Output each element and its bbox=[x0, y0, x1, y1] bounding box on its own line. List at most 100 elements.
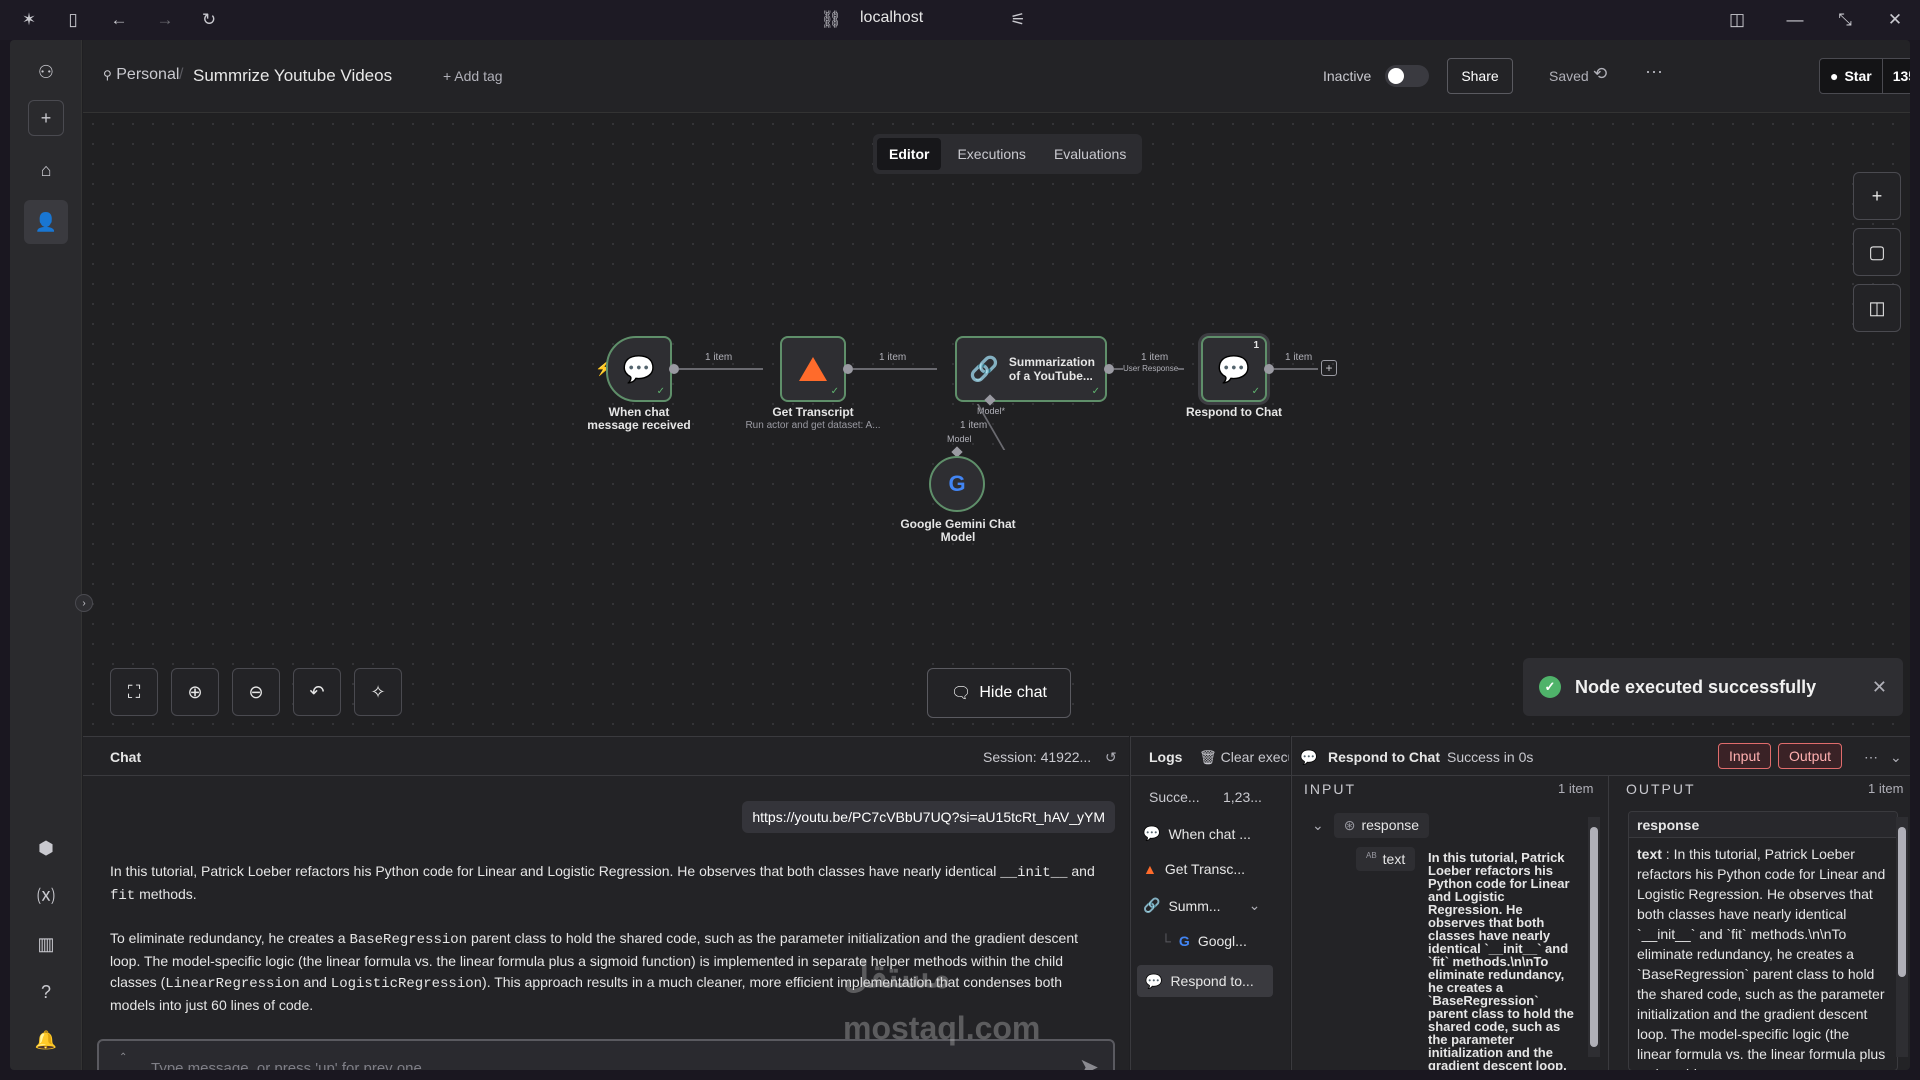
logs-panel: Logs 🗑 Clear execu Succe... 1,23... 💬 Whe… bbox=[1130, 736, 1291, 1070]
tab-evaluations[interactable]: Evaluations bbox=[1042, 138, 1138, 170]
tab-executions[interactable]: Executions bbox=[945, 138, 1037, 170]
workflow-canvas[interactable]: + ▢ ◫ › ⚡ 💬 ✓ When chat message received… bbox=[75, 114, 1910, 736]
panel-toggle-button[interactable]: ◫ bbox=[1853, 284, 1901, 332]
sticky-note-button[interactable]: ▢ bbox=[1853, 228, 1901, 276]
run-duration: 1,23... bbox=[1223, 789, 1262, 805]
zoom-out-button[interactable]: ⊖ bbox=[232, 668, 280, 716]
active-toggle[interactable] bbox=[1385, 65, 1429, 87]
undo-button[interactable]: ↶ bbox=[293, 668, 341, 716]
insights-icon[interactable]: ▥ bbox=[24, 922, 68, 966]
connection-line bbox=[853, 368, 937, 370]
add-tag-button[interactable]: + Add tag bbox=[443, 68, 503, 84]
node-chat-trigger[interactable]: 💬 ✓ bbox=[606, 336, 672, 402]
connection-line bbox=[679, 368, 763, 370]
close-window-icon[interactable]: ✕ bbox=[1884, 9, 1906, 31]
output-scrollbar[interactable] bbox=[1896, 817, 1908, 1057]
reset-session-icon[interactable]: ↺ bbox=[1105, 749, 1117, 766]
node-get-transcript[interactable]: ✓ bbox=[780, 336, 846, 402]
variables-icon[interactable]: ⒳ bbox=[24, 874, 68, 918]
templates-icon[interactable]: ⬢ bbox=[24, 826, 68, 870]
divider bbox=[1608, 775, 1609, 1070]
clear-execution-button[interactable]: 🗑 Clear execu bbox=[1199, 749, 1289, 766]
output-toggle-button[interactable]: Output bbox=[1778, 743, 1843, 769]
settings-sliders-icon[interactable]: ⚟ bbox=[1007, 9, 1029, 31]
more-options-icon[interactable]: ⋯ bbox=[1645, 62, 1663, 83]
output-key: text bbox=[1637, 846, 1662, 862]
node-label: Respond to Chat bbox=[1186, 405, 1282, 419]
share-button[interactable]: Share bbox=[1447, 58, 1513, 94]
input-scrollbar[interactable] bbox=[1588, 817, 1600, 1057]
log-item-respond-to-chat[interactable]: 💬 Respond to... bbox=[1137, 965, 1273, 997]
node-respond-to-chat[interactable]: 💬 1 ✓ bbox=[1201, 336, 1267, 402]
expand-sidebar-icon[interactable]: › bbox=[75, 594, 93, 612]
log-item-summarization[interactable]: 🔗 Summ... ⌄ bbox=[1143, 897, 1260, 914]
forward-arrow-icon[interactable]: → bbox=[154, 9, 176, 31]
link-icon[interactable]: ⛓ bbox=[820, 9, 842, 31]
url-text[interactable]: localhost bbox=[860, 9, 923, 27]
collapse-panel-icon[interactable]: ⌄ bbox=[1890, 749, 1902, 766]
send-icon[interactable]: ➤ bbox=[1079, 1053, 1099, 1070]
node-inline-label: Summarization of a YouTube... bbox=[1008, 355, 1095, 383]
add-node-button[interactable]: + bbox=[1853, 172, 1901, 220]
notifications-bell-icon[interactable]: 🔔 bbox=[24, 1018, 68, 1062]
github-star-count: 135,948 bbox=[1892, 68, 1910, 84]
success-check-icon: ✓ bbox=[1251, 386, 1260, 397]
history-icon[interactable]: ⟲ bbox=[1593, 64, 1607, 84]
minimize-icon[interactable]: — bbox=[1784, 9, 1806, 31]
log-item-gemini[interactable]: └ G Googl... bbox=[1161, 933, 1247, 949]
home-icon[interactable]: ⌂ bbox=[24, 148, 68, 192]
back-arrow-icon[interactable]: ← bbox=[108, 9, 130, 31]
scroll-thumb[interactable] bbox=[1898, 827, 1906, 977]
chevron-down-icon[interactable]: ⌄ bbox=[1249, 897, 1261, 914]
node-label: When chat message received bbox=[587, 405, 691, 432]
success-toast: ✓ Node executed successfully ✕ bbox=[1523, 658, 1903, 716]
zoom-in-button[interactable]: ⊕ bbox=[171, 668, 219, 716]
output-item-count: 1 item bbox=[1868, 781, 1904, 796]
github-star-button[interactable]: ● Star bbox=[1820, 59, 1883, 93]
io-status: Success in 0s bbox=[1447, 749, 1534, 765]
execution-count-badge: 1 bbox=[1253, 340, 1259, 351]
output-section-label: OUTPUT bbox=[1626, 781, 1696, 797]
input-toggle-button[interactable]: Input bbox=[1718, 743, 1772, 769]
reload-icon[interactable]: ↻ bbox=[198, 9, 220, 31]
chat-message-input[interactable] bbox=[151, 1057, 1051, 1070]
history-arrows-icon[interactable]: ⌃⌄ bbox=[119, 1051, 127, 1070]
chevron-down-icon[interactable]: ⌄ bbox=[1312, 817, 1324, 834]
port-label: Model bbox=[947, 434, 972, 444]
restore-icon[interactable]: ⤡ bbox=[1834, 9, 1856, 31]
close-toast-icon[interactable]: ✕ bbox=[1872, 677, 1887, 698]
node-io-panel: 💬 Respond to Chat Success in 0s Input Ou… bbox=[1291, 736, 1910, 1070]
breadcrumb-personal[interactable]: ⚲ Personal bbox=[103, 66, 179, 84]
workflow-title[interactable]: Summrize Youtube Videos bbox=[193, 66, 392, 86]
sidebar-toggle-icon[interactable]: ▯ bbox=[62, 9, 84, 31]
github-star-widget[interactable]: ● Star 135,948 bbox=[1819, 58, 1910, 94]
log-item-get-transcript[interactable]: ▲ Get Transc... bbox=[1143, 861, 1245, 877]
tree-row-response[interactable]: ⌄ ⊛ response bbox=[1312, 813, 1430, 838]
output-port[interactable] bbox=[1264, 364, 1274, 374]
output-port[interactable] bbox=[843, 364, 853, 374]
app-logo-icon[interactable]: ✶ bbox=[18, 9, 40, 31]
more-options-icon[interactable]: ⋯ bbox=[1864, 749, 1878, 766]
help-icon[interactable]: ? bbox=[24, 970, 68, 1014]
scroll-thumb[interactable] bbox=[1590, 827, 1598, 1047]
add-workflow-button[interactable]: + bbox=[28, 100, 64, 136]
divider bbox=[1131, 775, 1291, 776]
object-field-pill: ⊛ response bbox=[1333, 813, 1430, 838]
add-next-node-icon[interactable]: + bbox=[1321, 360, 1337, 376]
output-port[interactable] bbox=[1104, 364, 1114, 374]
tab-editor[interactable]: Editor bbox=[877, 138, 942, 170]
session-id[interactable]: Session: 41922... bbox=[983, 749, 1091, 765]
log-item-chat-trigger[interactable]: 💬 When chat ... bbox=[1143, 825, 1251, 842]
node-google-gemini[interactable]: G bbox=[929, 456, 985, 512]
zoom-to-fit-button[interactable]: ⛶ bbox=[110, 668, 158, 716]
hide-chat-button[interactable]: 🗨 Hide chat bbox=[927, 668, 1071, 718]
node-summarization-chain[interactable]: 🔗 Summarization of a YouTube... ✓ bbox=[955, 336, 1107, 402]
output-port[interactable] bbox=[669, 364, 679, 374]
text-field-pill[interactable]: AB text bbox=[1356, 847, 1416, 871]
split-view-icon[interactable]: ◫ bbox=[1726, 9, 1748, 31]
n8n-logo-icon[interactable]: ⚇ bbox=[24, 50, 68, 94]
divider bbox=[1292, 775, 1910, 776]
user-icon[interactable]: 👤 bbox=[24, 200, 68, 244]
input-data-tree: ⌄ ⊛ response AB text In this tutorial, Pa… bbox=[1302, 811, 1592, 1070]
tidy-up-button[interactable]: ✧ bbox=[354, 668, 402, 716]
